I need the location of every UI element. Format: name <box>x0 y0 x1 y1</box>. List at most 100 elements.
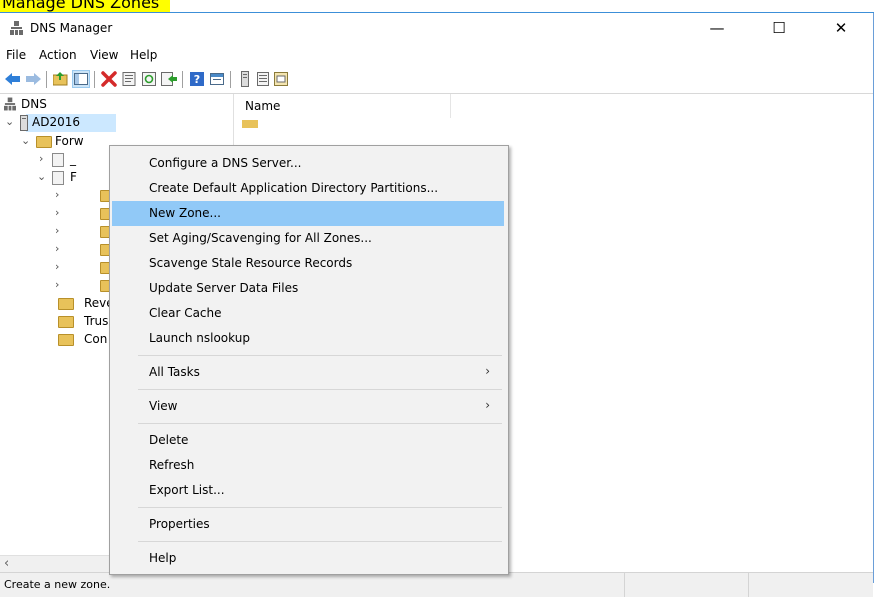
toolbar-separator <box>230 71 231 88</box>
menu-item-configure-dns-server[interactable]: Configure a DNS Server... <box>112 151 504 176</box>
menu-item-label: All Tasks <box>149 365 200 379</box>
menu-item-label: Create Default Application Directory Par… <box>149 181 439 195</box>
export-icon[interactable] <box>160 70 178 88</box>
scroll-left-icon[interactable]: ‹ <box>4 556 9 571</box>
menu-item-label: Refresh <box>149 458 195 472</box>
chevron-right-icon[interactable]: › <box>55 260 59 273</box>
context-menu: Configure a DNS Server... Create Default… <box>109 145 509 575</box>
server-icon <box>20 115 28 131</box>
menu-view[interactable]: View <box>90 48 118 62</box>
menu-item-label: Export List... <box>149 483 225 497</box>
menu-item-label: Delete <box>149 433 189 447</box>
menu-item-label: Launch nslookup <box>149 331 250 345</box>
menu-item-label: Update Server Data Files <box>149 281 299 295</box>
folder-icon <box>36 136 52 148</box>
column-header-name[interactable]: Name <box>234 94 451 118</box>
toolbar-separator <box>182 71 183 88</box>
properties-icon[interactable] <box>120 70 138 88</box>
zone-icon <box>52 171 64 185</box>
menu-item-set-aging[interactable]: Set Aging/Scavenging for All Zones... <box>112 226 504 251</box>
column-header-label: Name <box>245 99 281 113</box>
chevron-down-icon[interactable]: ⌄ <box>37 170 46 183</box>
chevron-down-icon[interactable]: ⌄ <box>5 115 14 128</box>
status-divider <box>624 573 625 597</box>
up-level-icon[interactable] <box>52 70 70 88</box>
show-hide-tree-icon[interactable] <box>72 70 90 88</box>
caption-strip: Manage DNS Zones <box>0 0 874 13</box>
toolbar: ? <box>0 67 873 94</box>
chevron-right-icon[interactable]: › <box>55 206 59 219</box>
help-icon[interactable]: ? <box>188 70 206 88</box>
list-icon[interactable] <box>254 70 272 88</box>
forward-icon[interactable] <box>24 70 42 88</box>
tree-node-server[interactable]: ⌄ AD2016 <box>0 114 233 132</box>
menu-item-properties[interactable]: Properties <box>112 512 504 537</box>
chevron-right-icon[interactable]: › <box>55 188 59 201</box>
menu-item-label: Clear Cache <box>149 306 222 320</box>
svg-text:?: ? <box>194 73 200 86</box>
menu-separator <box>138 389 502 390</box>
menu-item-label: New Zone... <box>149 206 221 220</box>
menu-bar: File Action View Help <box>0 46 873 66</box>
menu-item-launch-nslookup[interactable]: Launch nslookup <box>112 326 504 351</box>
menu-item-view[interactable]: View › <box>112 394 504 419</box>
menu-item-label: Set Aging/Scavenging for All Zones... <box>149 231 372 245</box>
menu-item-label: View <box>149 399 178 413</box>
menu-item-help[interactable]: Help <box>112 546 504 571</box>
tree-node-dns[interactable]: DNS <box>0 96 233 114</box>
menu-item-scavenge[interactable]: Scavenge Stale Resource Records <box>112 251 504 276</box>
menu-item-label: Help <box>149 551 177 565</box>
server-icon[interactable] <box>236 70 254 88</box>
menu-separator <box>138 355 502 356</box>
chevron-right-icon[interactable]: › <box>55 224 59 237</box>
folder-icon <box>58 316 74 328</box>
toolbar-separator <box>94 71 95 88</box>
menu-help[interactable]: Help <box>130 48 157 62</box>
menu-separator <box>138 423 502 424</box>
back-icon[interactable] <box>4 70 22 88</box>
refresh-icon[interactable] <box>140 70 158 88</box>
menu-action[interactable]: Action <box>39 48 77 62</box>
menu-item-refresh[interactable]: Refresh <box>112 453 504 478</box>
menu-item-label: Configure a DNS Server... <box>149 156 302 170</box>
tree-label: Trus <box>84 314 109 328</box>
status-divider <box>748 573 749 597</box>
submenu-arrow-icon: › <box>485 364 490 378</box>
menu-separator <box>138 541 502 542</box>
folder-icon <box>58 334 74 346</box>
minimize-button[interactable]: — <box>694 13 740 44</box>
zone-icon[interactable] <box>272 70 290 88</box>
dns-app-icon <box>10 21 23 35</box>
menu-item-create-partitions[interactable]: Create Default Application Directory Par… <box>112 176 504 201</box>
tree-label: F <box>70 170 77 184</box>
chevron-right-icon[interactable]: › <box>55 242 59 255</box>
tree-label: Con <box>84 332 108 346</box>
dns-icon <box>4 97 16 111</box>
menu-item-label: Scavenge Stale Resource Records <box>149 256 353 270</box>
chevron-right-icon[interactable]: › <box>55 278 59 291</box>
menu-item-export-list[interactable]: Export List... <box>112 478 504 503</box>
menu-item-update-data-files[interactable]: Update Server Data Files <box>112 276 504 301</box>
status-bar: Create a new zone. <box>0 572 873 597</box>
close-button[interactable]: ✕ <box>818 13 864 44</box>
menu-file[interactable]: File <box>6 48 26 62</box>
chevron-right-icon[interactable]: › <box>39 152 43 165</box>
delete-icon[interactable] <box>100 70 118 88</box>
menu-item-delete[interactable]: Delete <box>112 428 504 453</box>
maximize-button[interactable]: ☐ <box>756 13 802 44</box>
submenu-arrow-icon: › <box>485 398 490 412</box>
menu-item-new-zone[interactable]: New Zone... <box>112 201 504 226</box>
caption-text: Manage DNS Zones <box>2 0 160 12</box>
console-icon[interactable] <box>208 70 226 88</box>
chevron-down-icon[interactable]: ⌄ <box>21 134 30 147</box>
tree-label: Forw <box>55 134 84 148</box>
menu-item-clear-cache[interactable]: Clear Cache <box>112 301 504 326</box>
window-title: DNS Manager <box>30 21 113 35</box>
menu-item-all-tasks[interactable]: All Tasks › <box>112 360 504 385</box>
tree-label: _ <box>70 152 76 166</box>
list-item-folder-icon <box>242 120 258 128</box>
tree-label: AD2016 <box>32 115 80 129</box>
title-bar[interactable]: DNS Manager — ☐ ✕ <box>0 13 873 44</box>
toolbar-separator <box>46 71 47 88</box>
status-text: Create a new zone. <box>4 578 111 591</box>
